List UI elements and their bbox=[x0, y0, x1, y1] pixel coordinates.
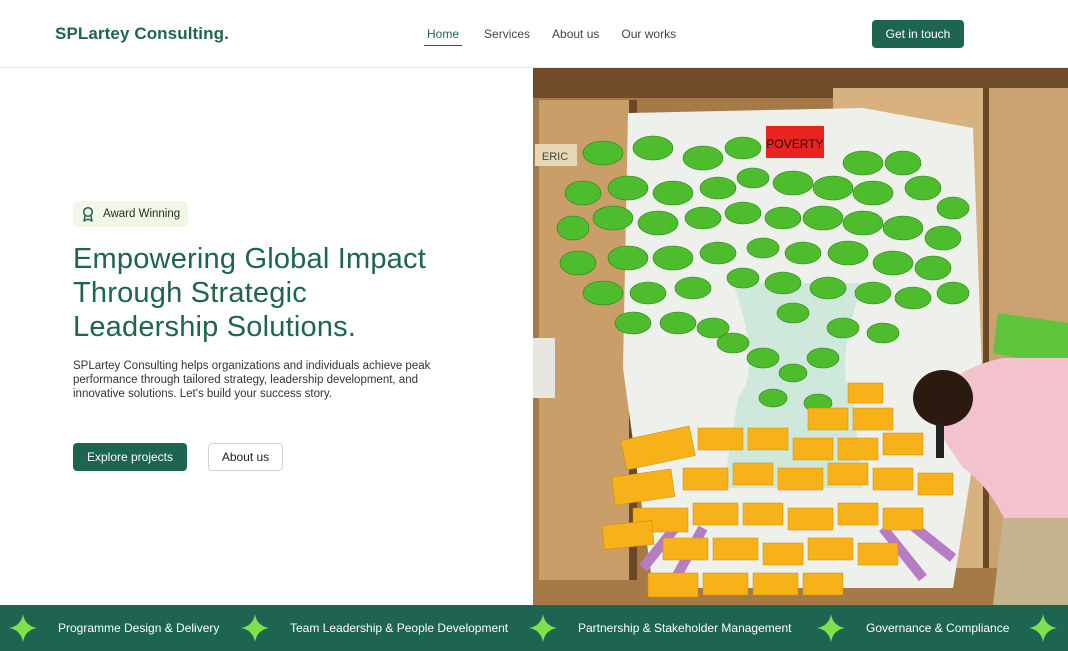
main-nav: Home Services About us Our works bbox=[424, 27, 698, 46]
hero-description-line: SPLartey Consulting helps organizations … bbox=[73, 360, 431, 372]
four-point-star-icon bbox=[817, 614, 845, 642]
hero-title-line: Empowering Global Impact bbox=[73, 243, 426, 275]
four-point-star-icon bbox=[9, 614, 37, 642]
hero-title-line: Through Strategic bbox=[73, 277, 307, 309]
nav-about-us[interactable]: About us bbox=[552, 27, 599, 46]
hero-title-line: Leadership Solutions. bbox=[73, 311, 357, 343]
about-us-button[interactable]: About us bbox=[208, 443, 283, 471]
hero-description-line: performance through tailored strategy, l… bbox=[73, 374, 418, 386]
get-in-touch-button[interactable]: Get in touch bbox=[872, 20, 964, 48]
hero-image: POVERTY ERIC bbox=[533, 68, 1068, 605]
workshop-photo-illustration: POVERTY ERIC bbox=[533, 68, 1068, 605]
nav-our-works[interactable]: Our works bbox=[621, 27, 676, 46]
hero-description: SPLartey Consulting helps organizations … bbox=[73, 359, 473, 401]
nav-services[interactable]: Services bbox=[484, 27, 530, 46]
explore-projects-button[interactable]: Explore projects bbox=[73, 443, 187, 471]
name-tag-text: ERIC bbox=[542, 151, 568, 163]
ticker-item: Programme Design & Delivery bbox=[58, 621, 220, 635]
ticker-item: Team Leadership & People Development bbox=[290, 621, 509, 635]
four-point-star-icon bbox=[241, 614, 269, 642]
ticker-item: Partnership & Stakeholder Management bbox=[578, 621, 792, 635]
brand-logo[interactable]: SPLartey Consulting. bbox=[55, 24, 229, 44]
hero-title: Empowering Global Impact Through Strateg… bbox=[73, 242, 493, 344]
hero-description-line: innovative solutions. Let's build your s… bbox=[73, 388, 332, 400]
award-ribbon-icon bbox=[81, 206, 95, 222]
four-point-star-icon bbox=[1029, 614, 1057, 642]
poverty-sign-text: POVERTY bbox=[766, 137, 823, 151]
site-header: SPLartey Consulting. Home Services About… bbox=[0, 0, 1068, 68]
services-ticker: Programme Design & Delivery Team Leaders… bbox=[0, 605, 1068, 651]
badge-label: Award Winning bbox=[103, 208, 181, 220]
award-badge: Award Winning bbox=[73, 201, 189, 227]
four-point-star-icon bbox=[529, 614, 557, 642]
nav-home[interactable]: Home bbox=[424, 27, 463, 46]
ticker-item: Governance & Compliance bbox=[866, 621, 1010, 635]
